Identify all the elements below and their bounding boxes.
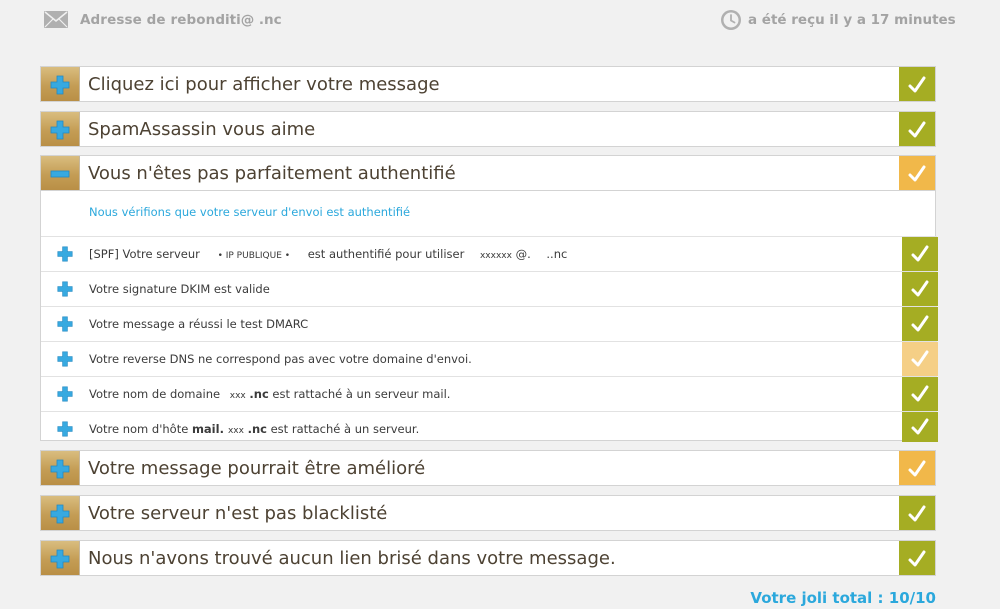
checkmark-icon <box>911 315 929 332</box>
detail-row-spf[interactable]: [SPF] Votre serveur • IP PUBLIQUE • est … <box>41 236 938 271</box>
checkmark-icon <box>908 165 926 182</box>
section-title: Nous n'avons trouvé aucun lien brisé dan… <box>88 548 616 569</box>
status-badge <box>899 541 935 575</box>
checkmark-icon <box>908 76 926 93</box>
section-title: Votre message pourrait être amélioré <box>88 458 426 479</box>
checkmark-icon <box>908 121 926 138</box>
status-badge <box>902 272 938 306</box>
section-blacklist[interactable]: Votre serveur n'est pas blacklisté <box>40 495 936 531</box>
section-show-message[interactable]: Cliquez ici pour afficher votre message <box>40 66 936 102</box>
detail-row-dmarc[interactable]: Votre message a réussi le test DMARC <box>41 306 938 341</box>
clock-icon <box>721 10 741 30</box>
status-badge <box>902 307 938 341</box>
received-time: a été reçu il y a 17 minutes <box>748 12 956 28</box>
plus-icon[interactable] <box>57 386 73 402</box>
plus-icon[interactable] <box>57 316 73 332</box>
status-badge <box>902 342 938 376</box>
checkmark-icon <box>911 280 929 297</box>
total-score: Votre joli total : 10/10 <box>750 589 936 607</box>
checkmark-icon <box>911 350 929 367</box>
authentication-details: Nous vérifions que votre serveur d'envoi… <box>40 191 938 442</box>
expand-toggle[interactable] <box>41 67 80 101</box>
minus-icon <box>50 170 70 178</box>
status-badge <box>899 67 935 101</box>
status-badge <box>902 377 938 411</box>
expand-toggle[interactable] <box>41 541 80 575</box>
expand-toggle[interactable] <box>41 496 80 530</box>
bounce-address-value: iti@ .nc <box>225 12 282 28</box>
checkmark-icon <box>908 550 926 567</box>
status-badge <box>899 496 935 530</box>
expand-toggle[interactable] <box>41 112 80 146</box>
plus-icon[interactable] <box>57 246 73 262</box>
panel-intro: Nous vérifions que votre serveur d'envoi… <box>89 205 411 219</box>
status-badge <box>899 451 935 485</box>
checkmark-icon <box>911 385 929 402</box>
checkmark-icon <box>908 505 926 522</box>
status-badge <box>902 412 938 442</box>
section-title: Cliquez ici pour afficher votre message <box>88 74 440 95</box>
expand-toggle[interactable] <box>41 451 80 485</box>
collapse-toggle[interactable] <box>41 156 80 190</box>
bounce-address-label: Adresse de rebond : <box>80 12 236 28</box>
detail-row-domain-mx[interactable]: Votre nom de domaine xxx .nc est rattach… <box>41 376 938 411</box>
detail-text: Votre reverse DNS ne correspond pas avec… <box>89 352 472 366</box>
plus-icon[interactable] <box>57 281 73 297</box>
section-improvements[interactable]: Votre message pourrait être amélioré <box>40 450 936 486</box>
detail-text: Votre nom de domaine xxx .nc est rattach… <box>89 387 451 401</box>
section-title: Vous n'êtes pas parfaitement authentifié <box>88 163 456 184</box>
detail-text: Votre signature DKIM est valide <box>89 282 270 296</box>
detail-text: Votre message a réussi le test DMARC <box>89 317 309 331</box>
plus-icon <box>50 75 70 95</box>
section-spamassassin[interactable]: SpamAssassin vous aime <box>40 111 936 147</box>
plus-icon <box>50 459 70 479</box>
detail-text: Votre nom d'hôte mail. xxx .nc est rattac… <box>89 422 420 436</box>
detail-text: [SPF] Votre serveur • IP PUBLIQUE • est … <box>89 247 568 261</box>
section-broken-links[interactable]: Nous n'avons trouvé aucun lien brisé dan… <box>40 540 936 576</box>
section-title: Votre serveur n'est pas blacklisté <box>88 503 388 524</box>
status-badge <box>899 112 935 146</box>
section-authentication[interactable]: Vous n'êtes pas parfaitement authentifié <box>40 155 936 191</box>
plus-icon <box>50 549 70 569</box>
plus-icon[interactable] <box>57 421 73 437</box>
checkmark-icon <box>911 418 929 435</box>
plus-icon <box>50 504 70 524</box>
plus-icon <box>50 120 70 140</box>
section-title: SpamAssassin vous aime <box>88 119 316 140</box>
checkmark-icon <box>908 460 926 477</box>
detail-row-reverse-dns[interactable]: Votre reverse DNS ne correspond pas avec… <box>41 341 938 376</box>
detail-row-dkim[interactable]: Votre signature DKIM est valide <box>41 271 938 306</box>
status-badge <box>899 156 935 190</box>
status-badge <box>902 237 938 271</box>
plus-icon[interactable] <box>57 351 73 367</box>
checkmark-icon <box>911 245 929 262</box>
detail-row-hostname[interactable]: Votre nom d'hôte mail. xxx .nc est rattac… <box>41 411 938 442</box>
envelope-icon <box>44 11 68 28</box>
header-bar: Adresse de rebond : iti@ .nc a été reçu … <box>0 0 1000 42</box>
